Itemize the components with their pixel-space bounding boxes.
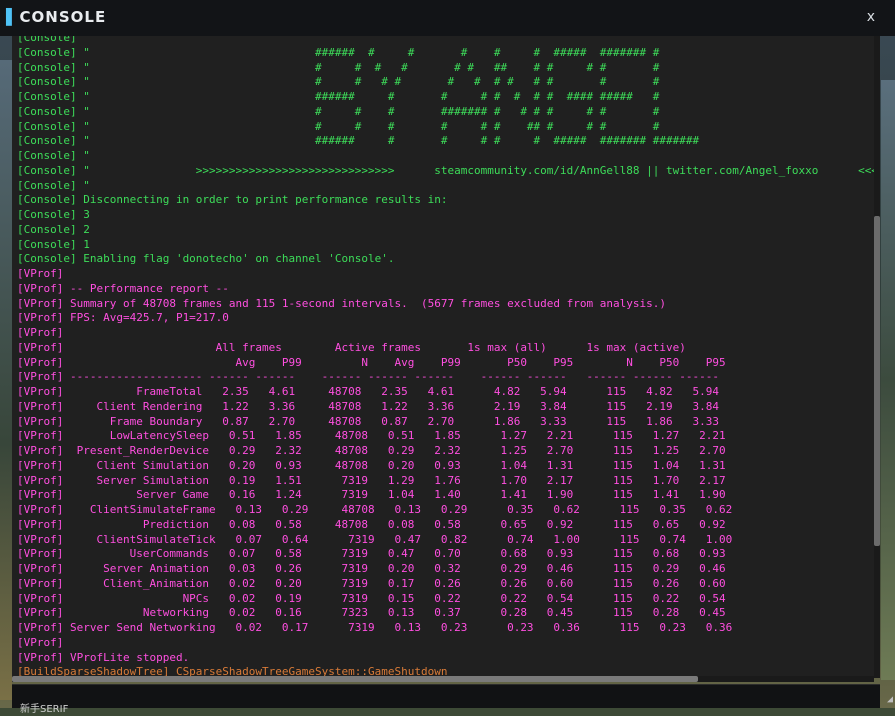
console-line: [VProf] Server Game 0.16 1.24 7319 1.04 …: [17, 488, 726, 502]
console-line: [VProf] Server Simulation 0.19 1.51 7319…: [17, 473, 726, 487]
console-line: [VProf] FrameTotal 2.35 4.61 48708 2.35 …: [17, 385, 719, 398]
console-line: [VProf] Server Animation 0.03 0.26 7319 …: [17, 562, 726, 575]
console-line: [Console] ": [17, 149, 90, 162]
console-line: [VProf] Prediction 0.08 0.58 48708 0.08 …: [17, 517, 726, 531]
console-line: [VProf] -------------------- ------ ----…: [17, 370, 719, 384]
title-accent-icon: ▌: [6, 8, 19, 26]
console-line: [VProf] ClientSimulateFrame 0.13 0.29 48…: [17, 503, 733, 516]
console-line: [VProf] Networking 0.02 0.16 7323 0.13 0…: [17, 606, 726, 620]
console-line: [VProf] Avg P99 N Avg P99 P50 P95 N P50 …: [17, 355, 726, 369]
console-line: [VProf] VProfLite stopped.: [17, 650, 190, 664]
resize-handle-icon[interactable]: ◢: [887, 694, 893, 705]
console-line: [Console] 1: [17, 237, 90, 251]
console-line: [Console] " # # # # # # ## # # # #: [17, 119, 660, 133]
console-line: [VProf] FPS: Avg=425.7, P1=217.0: [17, 311, 229, 325]
console-line: [Console] ": [17, 36, 90, 44]
console-line: [VProf]: [17, 635, 64, 649]
console-line: [Console] " # # # ####### # # # # # # #: [17, 104, 660, 118]
console-line: [VProf]: [17, 326, 64, 339]
game-hud-strip: [0, 708, 895, 716]
horizontal-scrollbar-thumb[interactable]: [12, 676, 698, 682]
command-bar: [12, 684, 886, 709]
console-line: [VProf] Client Rendering 1.22 3.36 48708…: [17, 399, 719, 413]
console-line: [Console] " ###### # # # # # # # #### ##…: [17, 90, 660, 103]
console-line: [Console] " # # # # # # # # # # # #: [17, 75, 660, 89]
console-line: [Console] 3: [17, 208, 90, 221]
vertical-scrollbar-thumb[interactable]: [874, 216, 880, 546]
console-line: [VProf] UserCommands 0.07 0.58 7319 0.47…: [17, 547, 726, 561]
console-line: [Console] Enabling flag 'donotecho' on c…: [17, 252, 395, 266]
console-line: [Console] " >>>>>>>>>>>>>>>>>>>>>>>>>>>>…: [17, 163, 880, 177]
console-title-text: CONSOLE: [19, 8, 107, 26]
command-input[interactable]: [12, 685, 886, 707]
console-titlebar[interactable]: ▌CONSOLE x: [0, 0, 895, 36]
vertical-scrollbar[interactable]: [874, 36, 880, 678]
console-line: [VProf] Server Send Networking 0.02 0.17…: [17, 621, 733, 634]
console-line: [VProf] Summary of 48708 frames and 115 …: [17, 296, 667, 310]
console-output[interactable]: [Console] " [Console] " ###### # # # # # …: [12, 36, 880, 678]
hud-text: 新手SERIF: [20, 704, 69, 715]
console-line: [VProf] -- Performance report --: [17, 281, 229, 295]
console-line: [VProf] Client Simulation 0.20 0.93 4870…: [17, 458, 726, 472]
console-line: [VProf] Client_Animation 0.02 0.20 7319 …: [17, 576, 726, 590]
console-line: [Console] " ###### # # # # # ##### #####…: [17, 45, 660, 59]
console-line: [VProf] Frame Boundary 0.87 2.70 48708 0…: [17, 414, 719, 428]
console-line: [VProf]: [17, 267, 64, 280]
console-title: ▌CONSOLE: [6, 8, 106, 26]
console-line: [VProf] NPCs 0.02 0.19 7319 0.15 0.22 0.…: [17, 591, 726, 605]
console-window: ▌CONSOLE x [Console] " [Console] " ######…: [0, 0, 895, 716]
close-button[interactable]: x: [867, 9, 875, 25]
console-line: [Console] " # # # # # # ## # # # # #: [17, 60, 660, 74]
console-line: [Console] 2: [17, 222, 90, 236]
console-line: [VProf] ClientSimulateTick 0.07 0.64 731…: [17, 532, 733, 546]
console-line: [Console] " ###### # # # # # ##### #####…: [17, 134, 700, 148]
console-line: [Console] Disconnecting in order to prin…: [17, 193, 448, 207]
console-line: [VProf] All frames Active frames 1s max …: [17, 340, 686, 354]
horizontal-scrollbar[interactable]: [12, 676, 874, 682]
console-line: [VProf] LowLatencySleep 0.51 1.85 48708 …: [17, 429, 726, 443]
console-lines: [Console] " [Console] " ###### # # # # # …: [17, 36, 880, 678]
console-line: [Console] ": [17, 178, 90, 192]
console-line: [VProf] Present_RenderDevice 0.29 2.32 4…: [17, 444, 726, 457]
